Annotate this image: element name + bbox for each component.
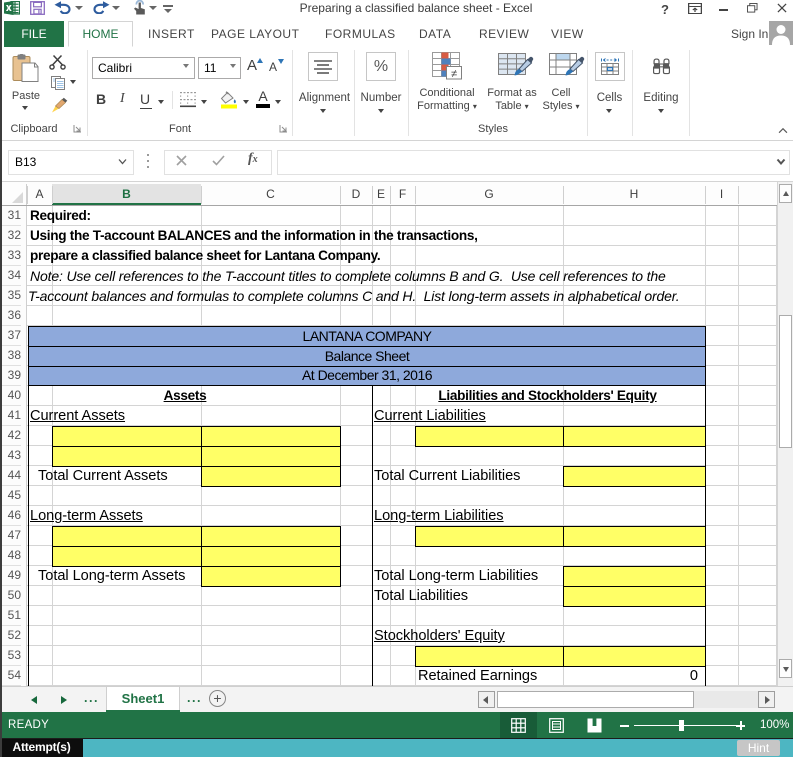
- svg-text:≠: ≠: [451, 68, 457, 80]
